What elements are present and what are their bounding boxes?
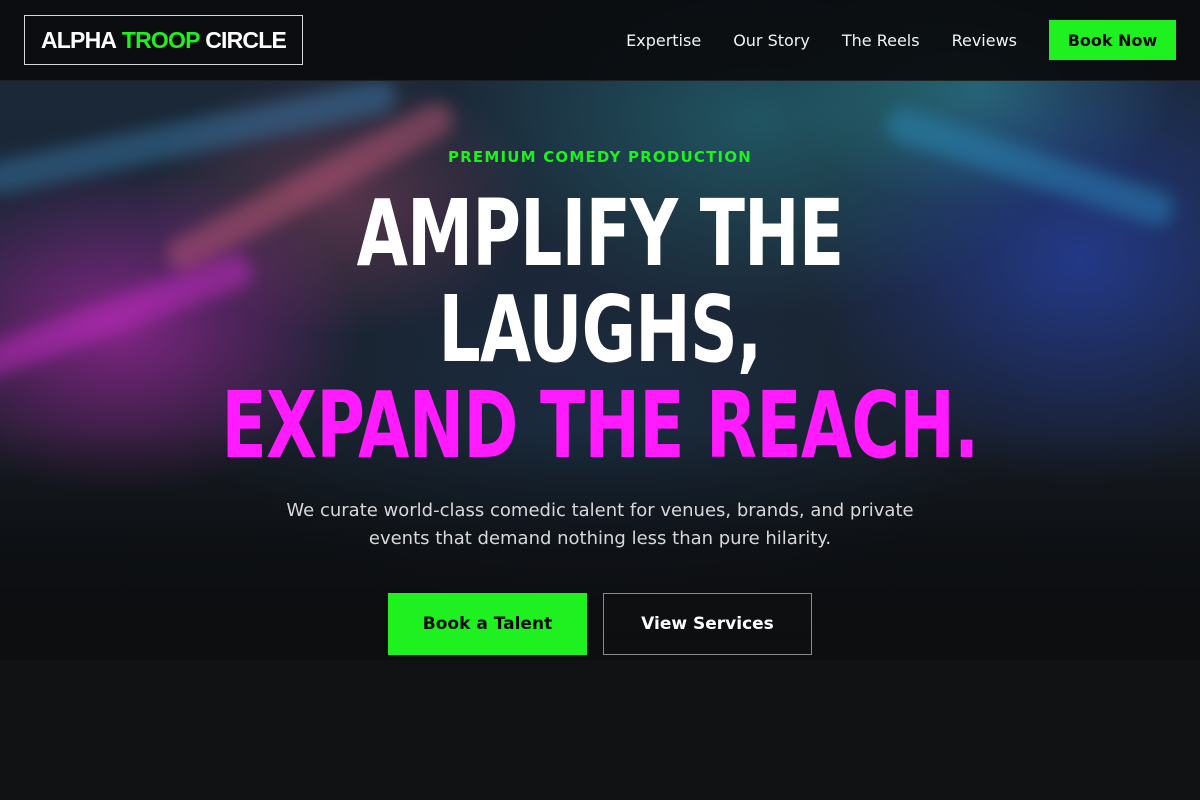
- headline-line-2: LAUGHS,: [438, 276, 763, 383]
- nav-link-our-story[interactable]: Our Story: [733, 31, 810, 50]
- brand-name-part3: CIRCLE: [205, 26, 287, 53]
- hero-headline: AMPLIFY THE LAUGHS, EXPAND THE REACH.: [0, 186, 1200, 474]
- nav-link-expertise[interactable]: Expertise: [626, 31, 701, 50]
- nav-link-the-reels[interactable]: The Reels: [842, 31, 920, 50]
- book-now-button[interactable]: Book Now: [1049, 20, 1176, 60]
- background-fade: [0, 660, 1200, 800]
- brand-name-accent: TROOP: [121, 26, 201, 53]
- main-nav: Expertise Our Story The Reels Reviews Bo…: [626, 20, 1176, 60]
- nav-link-reviews[interactable]: Reviews: [952, 31, 1017, 50]
- hero-subtitle: We curate world-class comedic talent for…: [286, 500, 914, 549]
- view-services-button[interactable]: View Services: [603, 593, 812, 655]
- brand-logo[interactable]: ALPHA TROOP CIRCLE: [24, 15, 304, 65]
- headline-line-3: EXPAND THE REACH.: [221, 372, 980, 479]
- hero-eyebrow: PREMIUM COMEDY PRODUCTION: [447, 148, 753, 166]
- book-a-talent-button[interactable]: Book a Talent: [388, 593, 587, 655]
- brand-name-part1: ALPHA: [41, 26, 117, 53]
- site-header: ALPHA TROOP CIRCLE Expertise Our Story T…: [0, 0, 1200, 81]
- headline-line-1: AMPLIFY THE: [356, 180, 845, 287]
